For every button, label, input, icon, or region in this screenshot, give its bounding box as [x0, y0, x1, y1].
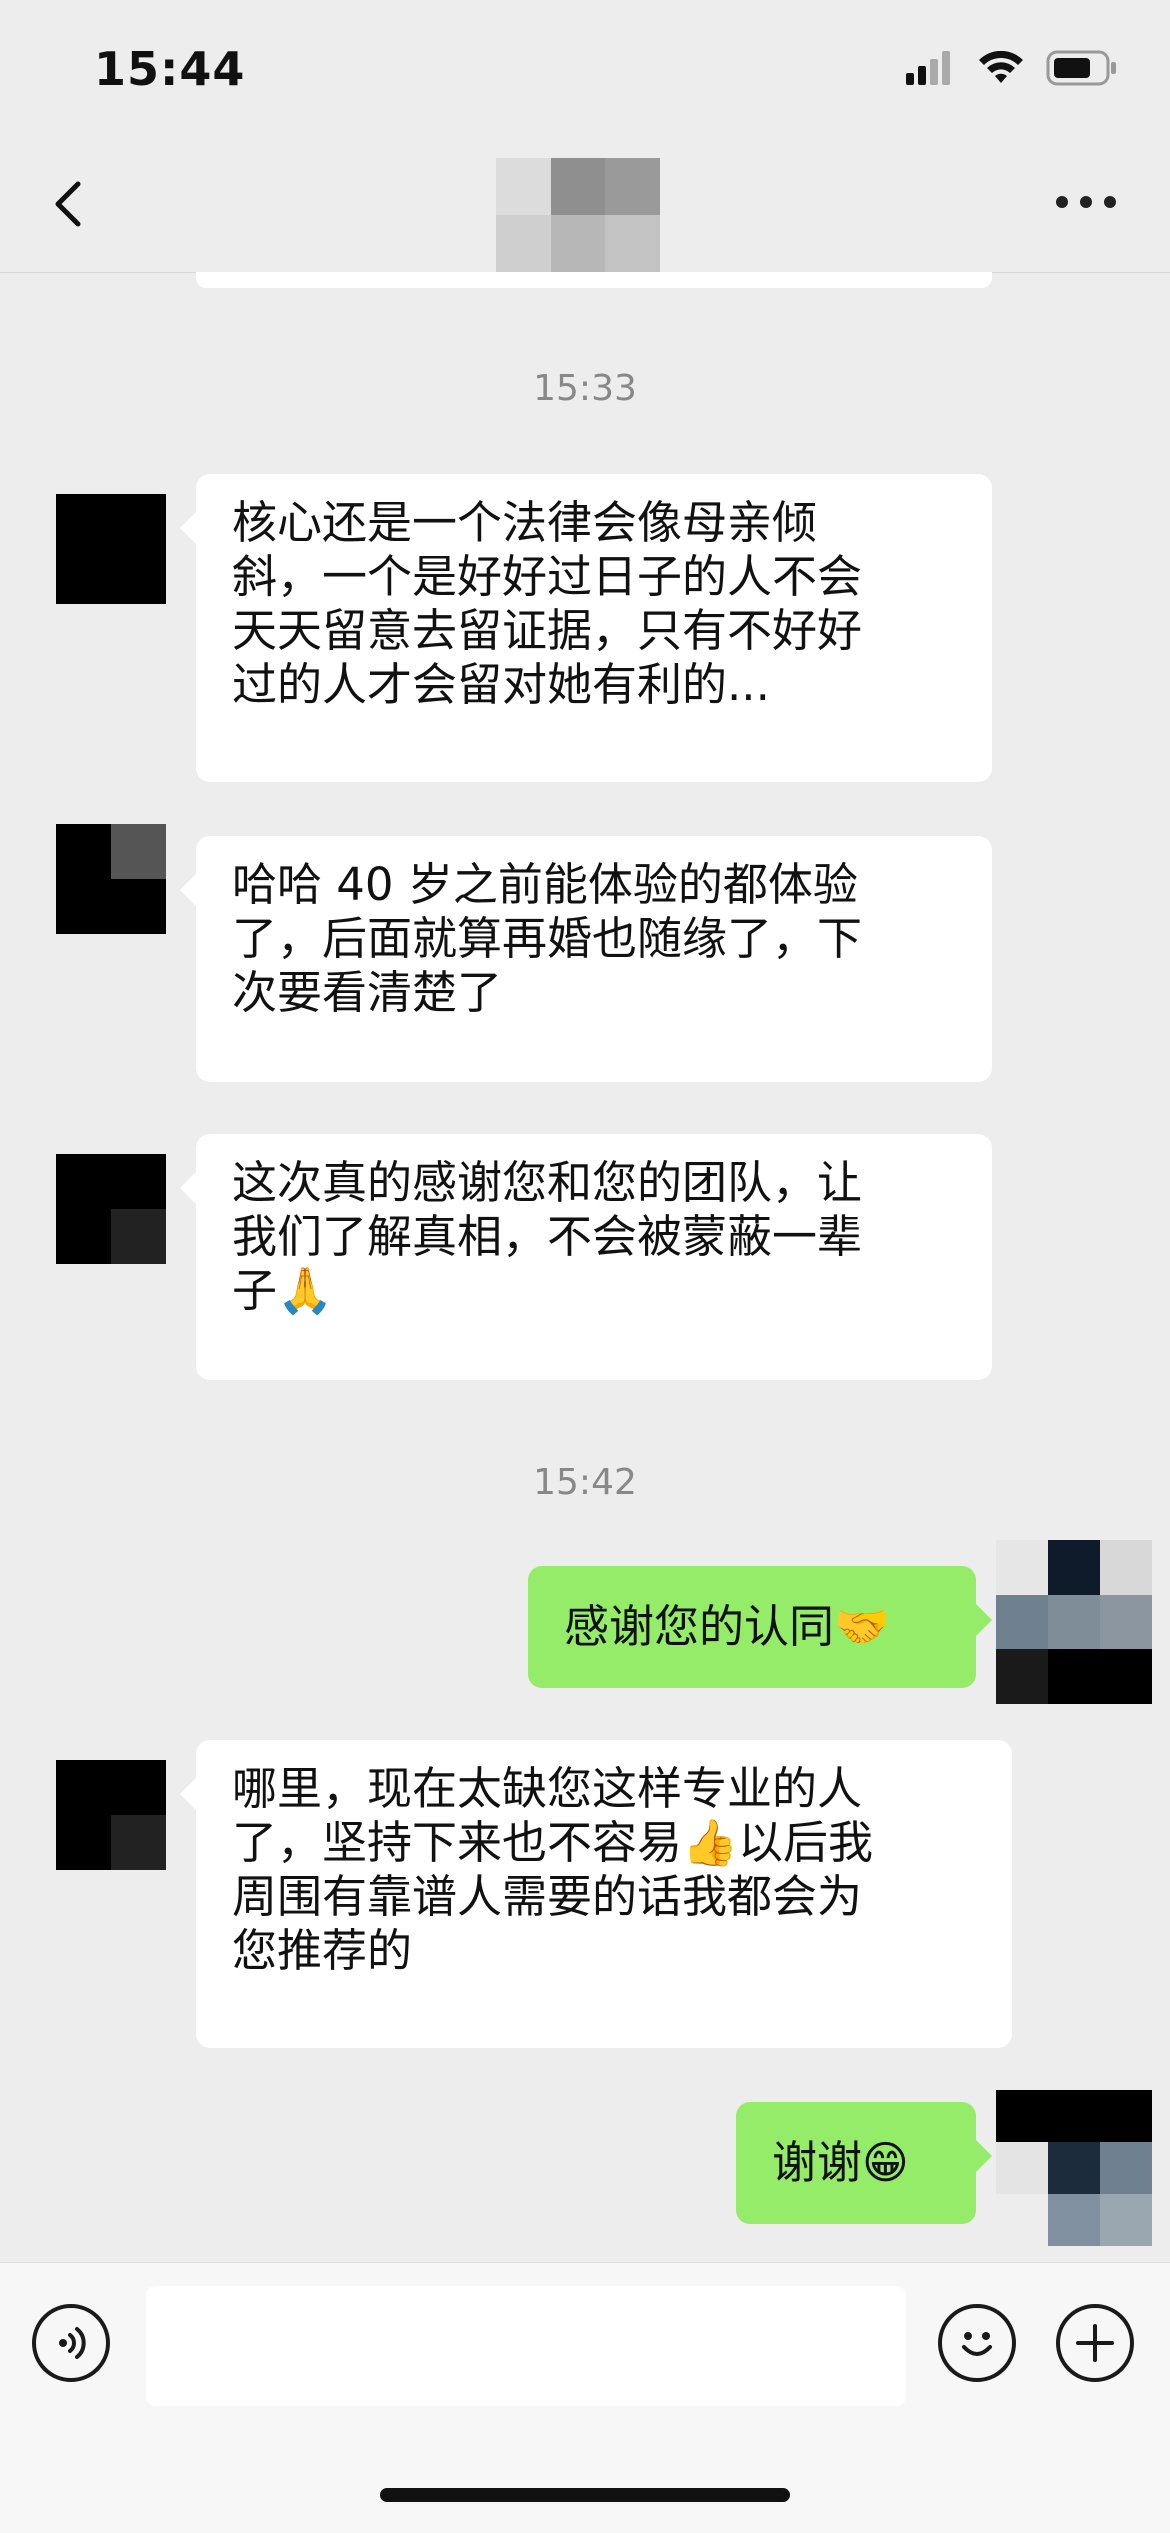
- timestamp: 15:42: [533, 1462, 637, 1503]
- plus-icon[interactable]: [1056, 2304, 1134, 2382]
- timestamp: 15:33: [533, 368, 637, 409]
- avatar[interactable]: [56, 1760, 166, 1870]
- message-bubble-outgoing[interactable]: 谢谢😁: [736, 2102, 992, 2224]
- battery-icon: [1046, 50, 1116, 86]
- my-avatar[interactable]: [996, 1540, 1152, 1704]
- more-dots-icon[interactable]: [1056, 196, 1116, 208]
- wifi-icon: [979, 51, 1023, 83]
- avatar[interactable]: [56, 494, 166, 604]
- emoji-icon[interactable]: [938, 2304, 1016, 2382]
- message-bubble-outgoing[interactable]: 感谢您的认同🤝: [528, 1566, 992, 1688]
- message-bubble[interactable]: 这次真的感谢您和您的团队，让 我们了解真相，不会被蒙蔽一辈 子🙏: [180, 1134, 992, 1380]
- plus-glyph: [1076, 2324, 1114, 2362]
- voice-glyph: [59, 2327, 86, 2359]
- message-input[interactable]: [146, 2286, 906, 2406]
- message-bubble[interactable]: 哪里，现在太缺您这样专业的人 了，坚持下来也不容易👍以后我 周围有靠谱人需要的话…: [180, 1740, 1012, 2048]
- chevron-left-icon[interactable]: [44, 176, 100, 232]
- message-bubble[interactable]: 哈哈 40 岁之前能体验的都体验 了，后面就算再婚也随缘了，下 次要看清楚了: [180, 836, 992, 1082]
- voice-icon[interactable]: [32, 2304, 110, 2382]
- status-time: 15:44: [94, 42, 246, 96]
- smiley-glyph: [962, 2332, 992, 2356]
- avatar[interactable]: [56, 1154, 166, 1264]
- my-avatar[interactable]: [996, 2090, 1152, 2246]
- contact-name-blurred: [496, 158, 660, 272]
- previous-message-bubble-edge: [196, 272, 992, 288]
- message-bubble[interactable]: 核心还是一个法律会像母亲倾 斜，一个是好好过日子的人不会 天天留意去留证据，只有…: [180, 474, 992, 782]
- avatar[interactable]: [56, 824, 166, 934]
- signal-icon: [906, 51, 950, 85]
- home-indicator: [380, 2488, 790, 2502]
- status-icons: [906, 50, 1118, 86]
